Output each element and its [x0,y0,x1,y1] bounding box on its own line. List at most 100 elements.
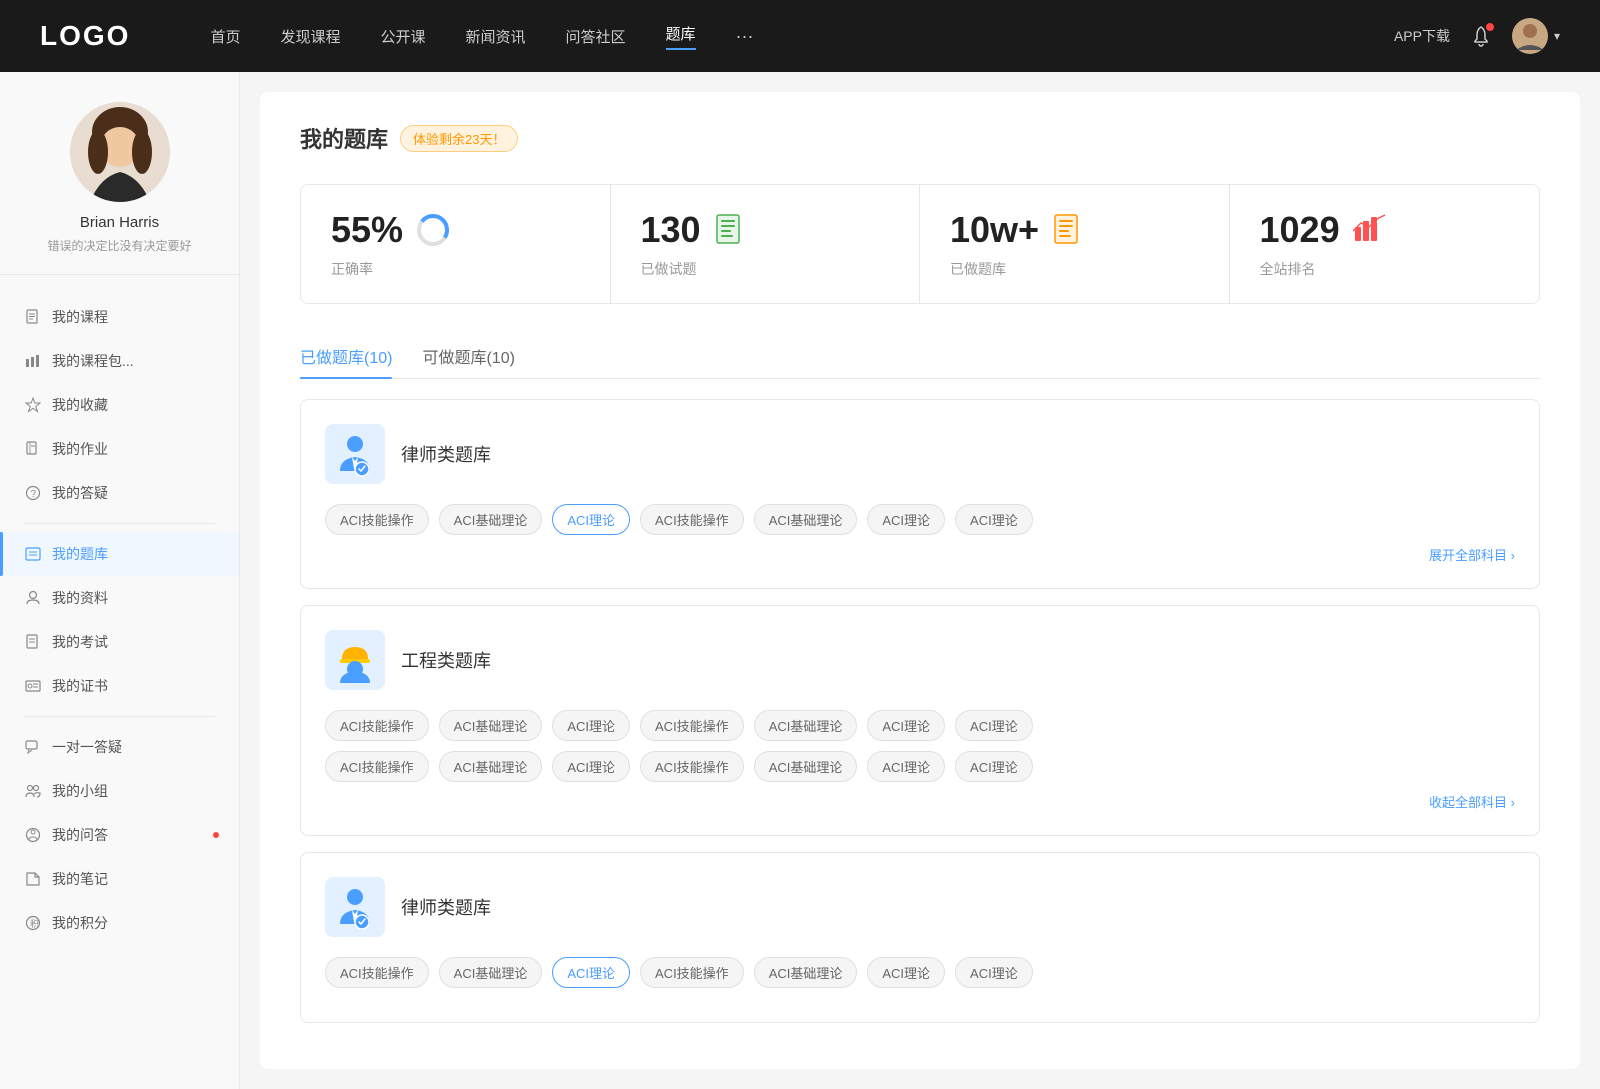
qa-icon [24,826,42,844]
nav-qa[interactable]: 问答社区 [566,26,626,47]
quiz-title: 律师类题库 [401,441,491,467]
menu-item-label: 我的作业 [52,439,108,459]
stat-banks-done: 10w+ 已做题库 [920,185,1230,303]
nav-discover[interactable]: 发现课程 [280,26,340,47]
sidebar-item-group[interactable]: 我的小组 [0,769,239,813]
nav-home[interactable]: 首页 [210,26,240,47]
tag-item[interactable]: ACI基础理论 [754,710,858,741]
cert-icon [24,677,42,695]
menu-item-label: 我的收藏 [52,395,108,415]
note-list-icon [713,212,749,248]
nav-quiz[interactable]: 题库 [666,23,696,50]
tag-item[interactable]: ACI技能操作 [325,751,429,782]
tags-row-3: ACI技能操作 ACI基础理论 ACI理论 ACI技能操作 ACI基础理论 AC… [325,957,1515,988]
quiz-list-icon [1051,212,1087,248]
profile-motto: 错误的决定比没有决定要好 [20,237,219,254]
user-avatar-menu[interactable]: ▾ [1512,18,1560,54]
stat-accuracy: 55% 正确率 [301,185,611,303]
collapse-link-2[interactable]: 收起全部科目 › [325,792,1515,811]
logo[interactable]: LOGO [40,20,130,52]
nav-open-course[interactable]: 公开课 [380,26,425,47]
sidebar-item-points[interactable]: 积 我的积分 [0,901,239,945]
header: LOGO 首页 发现课程 公开课 新闻资讯 问答社区 题库 ··· APP下载 [0,0,1600,72]
nav-news[interactable]: 新闻资讯 [466,26,526,47]
notification-dot [213,832,219,838]
stat-ranking-value: 1029 [1260,209,1340,251]
tag-item[interactable]: ACI理论 [867,710,945,741]
tag-item[interactable]: ACI理论 [955,957,1033,988]
stats-row: 55% 正确率 130 [300,184,1540,304]
sidebar-item-certificate[interactable]: 我的证书 [0,664,239,708]
menu-divider-2 [24,716,215,717]
tag-item[interactable]: ACI技能操作 [640,710,744,741]
question-icon: ? [24,484,42,502]
tag-item[interactable]: ACI技能操作 [325,504,429,535]
tag-item[interactable]: ACI基础理论 [439,751,543,782]
sidebar-item-notes[interactable]: 我的笔记 [0,857,239,901]
app-download-button[interactable]: APP下载 [1394,26,1450,46]
tag-item[interactable]: ACI理论 [552,710,630,741]
tag-item-active[interactable]: ACI理论 [552,957,630,988]
tag-item[interactable]: ACI理论 [867,504,945,535]
nav-more[interactable]: ··· [736,26,754,47]
exam-icon [24,633,42,651]
sidebar-item-quiz[interactable]: 我的题库 [0,532,239,576]
notification-bell[interactable] [1470,25,1492,47]
sidebar-item-one-on-one[interactable]: 一对一答疑 [0,725,239,769]
stat-accuracy-label: 正确率 [331,259,580,279]
tag-item[interactable]: ACI技能操作 [640,504,744,535]
tag-item[interactable]: ACI理论 [955,710,1033,741]
tag-item[interactable]: ACI理论 [955,504,1033,535]
tag-item[interactable]: ACI基础理论 [439,504,543,535]
menu-item-label: 一对一答疑 [52,737,122,757]
tag-item[interactable]: ACI技能操作 [325,957,429,988]
tag-item[interactable]: ACI理论 [552,751,630,782]
sidebar-item-my-qa[interactable]: 我的问答 [0,813,239,857]
chat-icon [24,738,42,756]
tabs-row: 已做题库(10) 可做题库(10) [300,334,1540,379]
svg-text:积: 积 [30,918,39,929]
tag-item[interactable]: ACI技能操作 [640,751,744,782]
star-icon [24,396,42,414]
tag-item[interactable]: ACI技能操作 [325,710,429,741]
menu-item-label: 我的课程包... [52,351,134,371]
quiz-title: 律师类题库 [401,894,491,920]
sidebar-item-course-package[interactable]: 我的课程包... [0,339,239,383]
sidebar-item-exam[interactable]: 我的考试 [0,620,239,664]
sidebar-item-favorites[interactable]: 我的收藏 [0,383,239,427]
tag-item[interactable]: ACI理论 [867,957,945,988]
sidebar: Brian Harris 错误的决定比没有决定要好 我的课程 我的课程包... [0,72,240,1089]
doc-icon [24,440,42,458]
sidebar-item-homework[interactable]: 我的作业 [0,427,239,471]
svg-text:?: ? [31,489,37,500]
tab-available-quiz[interactable]: 可做题库(10) [422,334,514,378]
tag-item[interactable]: ACI基础理论 [754,751,858,782]
tag-item[interactable]: ACI理论 [867,751,945,782]
tab-done-quiz[interactable]: 已做题库(10) [300,334,392,378]
tag-item[interactable]: ACI理论 [955,751,1033,782]
expand-link-1[interactable]: 展开全部科目 › [325,545,1515,564]
trial-badge: 体验剩余23天！ [400,125,518,152]
group-icon [24,782,42,800]
tag-item[interactable]: ACI技能操作 [640,957,744,988]
stat-banks-value: 10w+ [950,209,1039,251]
score-icon: 积 [24,914,42,932]
page-title-row: 我的题库 体验剩余23天！ [300,122,1540,154]
sidebar-item-profile[interactable]: 我的资料 [0,576,239,620]
note-icon [24,870,42,888]
tags-row-2b: ACI技能操作 ACI基础理论 ACI理论 ACI技能操作 ACI基础理论 AC… [325,751,1515,782]
tag-item[interactable]: ACI基础理论 [754,957,858,988]
sidebar-item-question[interactable]: ? 我的答疑 [0,471,239,515]
notification-dot [1486,23,1494,31]
sidebar-item-course[interactable]: 我的课程 [0,295,239,339]
tag-item-active[interactable]: ACI理论 [552,504,630,535]
tag-item[interactable]: ACI基础理论 [439,710,543,741]
menu-item-label: 我的资料 [52,588,108,608]
tag-item[interactable]: ACI基础理论 [754,504,858,535]
profile-avatar [70,102,170,202]
menu-item-label: 我的题库 [52,544,108,564]
tag-item[interactable]: ACI基础理论 [439,957,543,988]
profile-section: Brian Harris 错误的决定比没有决定要好 [0,102,239,275]
quiz-section-lawyer-1: 律师类题库 ACI技能操作 ACI基础理论 ACI理论 ACI技能操作 ACI基… [300,399,1540,589]
stat-banks-label: 已做题库 [950,259,1199,279]
